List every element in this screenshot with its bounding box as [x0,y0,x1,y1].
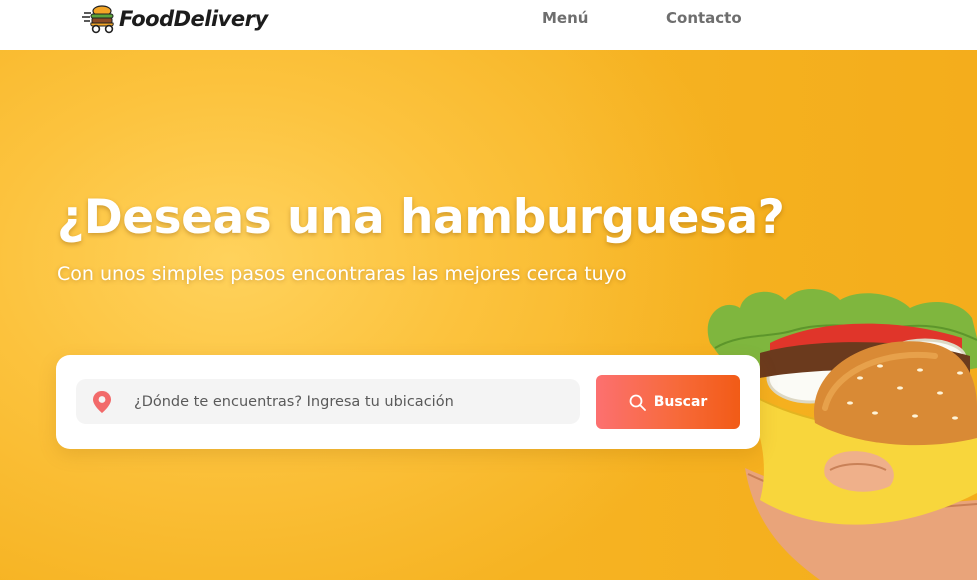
brand-logo[interactable]: FoodDelivery [82,2,268,36]
search-icon [629,394,646,411]
location-field[interactable] [76,379,580,424]
nav-link-menu[interactable]: Menú [542,9,588,27]
hero-title: ¿Deseas una hamburguesa? [57,190,785,245]
location-input[interactable] [134,379,574,424]
nav-link-contact[interactable]: Contacto [666,9,742,27]
hero-section: ¿Deseas una hamburguesa? Con unos simple… [0,50,977,580]
search-card: Buscar [56,355,760,449]
search-button-label: Buscar [653,394,708,410]
brand-name: FoodDelivery [119,7,268,31]
delivery-scooter-icon [82,5,114,34]
hero-subtitle: Con unos simples pasos encontraras las m… [57,263,627,285]
top-navbar: FoodDelivery Menú Contacto [0,0,977,50]
search-button[interactable]: Buscar [596,375,740,429]
location-pin-icon [93,391,111,413]
